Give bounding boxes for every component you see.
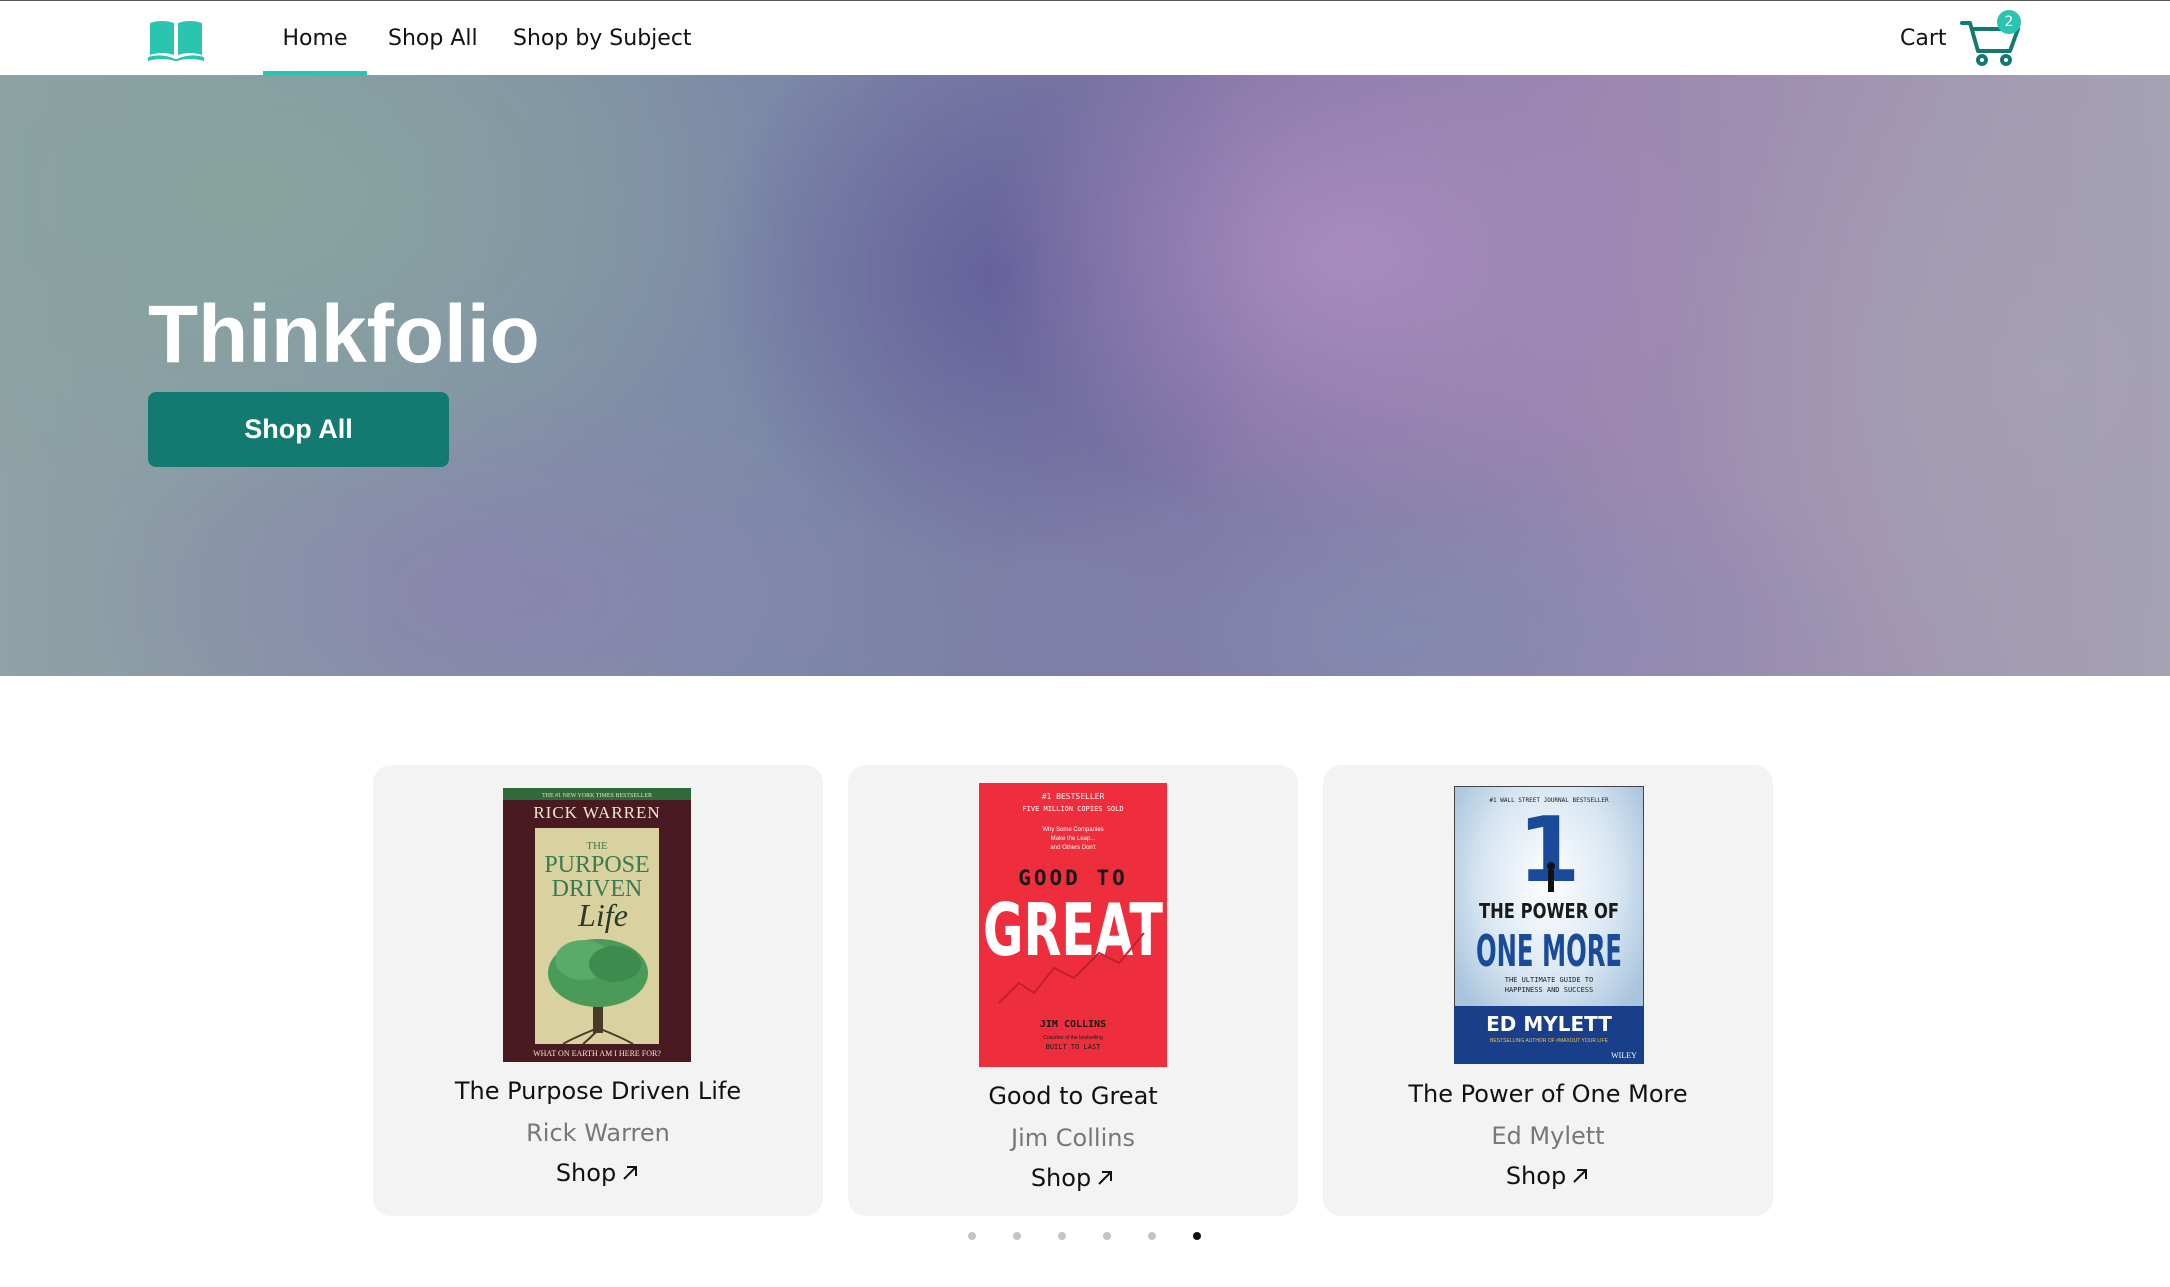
cover-credit-line2: BUILT TO LAST [1046, 1043, 1102, 1051]
arrow-up-right-icon [1573, 1169, 1588, 1183]
cover-title-line2: ONE MORE [1476, 926, 1622, 977]
nav-home-label: Home [282, 25, 348, 51]
book-title[interactable]: The Purpose Driven Life [373, 1077, 823, 1105]
cover-top-line1: #1 BESTSELLER [1042, 792, 1105, 801]
shop-link[interactable]: Shop [373, 1159, 823, 1187]
book-title[interactable]: Good to Great [848, 1082, 1298, 1110]
cover-tagline2: Make the Leap... [1051, 836, 1096, 842]
cover-top-line2: FIVE MILLION COPIES SOLD [1022, 805, 1123, 813]
book-card[interactable]: #1 WALL STREET JOURNAL BESTSELLER 1 THE … [1323, 765, 1773, 1216]
cover-title-line1: THE POWER OF [1479, 899, 1619, 923]
shop-link-label: Shop [1505, 1162, 1567, 1190]
carousel-dot[interactable] [968, 1232, 976, 1240]
carousel-pagination [0, 1232, 2170, 1246]
cover-subtitle2: HAPPINESS AND SUCCESS [1505, 986, 1594, 994]
arrow-up-right-icon [1098, 1171, 1113, 1185]
cover-bottom-line: WHAT ON EARTH AM I HERE FOR? [533, 1049, 661, 1058]
cover-author-line: ED MYLETT [1486, 1012, 1612, 1036]
open-book-icon[interactable] [148, 19, 204, 61]
nav-shop-by-subject-label: Shop by Subject [513, 25, 692, 51]
nav-home[interactable]: Home [263, 1, 367, 75]
book-card[interactable]: #1 BESTSELLER FIVE MILLION COPIES SOLD W… [848, 765, 1298, 1216]
carousel-dot[interactable] [1193, 1232, 1201, 1240]
nav-shop-all[interactable]: Shop All [388, 1, 478, 75]
shop-link[interactable]: Shop [1323, 1162, 1773, 1190]
cover-title-line1: PURPOSE [544, 852, 649, 878]
book-author: Jim Collins [1011, 1124, 1135, 1152]
cart-count-badge: 2 [1997, 10, 2021, 34]
cover-credit-line: BESTSELLING AUTHOR OF #MAXOUT YOUR LIFE [1490, 1038, 1609, 1044]
carousel-dot[interactable] [1148, 1232, 1156, 1240]
book-cover-power-of-one-more[interactable]: #1 WALL STREET JOURNAL BESTSELLER 1 THE … [1454, 786, 1644, 1064]
cover-author-line: JIM COLLINS [1040, 1019, 1106, 1030]
hero-title: Thinkfolio [148, 289, 540, 380]
book-author: Rick Warren [526, 1119, 670, 1147]
cover-author-line: RICK WARREN [533, 803, 660, 822]
book-cover-good-to-great[interactable]: #1 BESTSELLER FIVE MILLION COPIES SOLD W… [979, 783, 1167, 1067]
book-card[interactable]: THE #1 NEW YORK TIMES BESTSELLER RICK WA… [373, 765, 823, 1216]
cart-link[interactable]: Cart [1900, 1, 1947, 75]
book-title[interactable]: The Power of One More [1323, 1080, 1773, 1108]
shop-link-label: Shop [1030, 1164, 1092, 1192]
book-author: Ed Mylett [1491, 1122, 1605, 1150]
shop-link-label: Shop [555, 1159, 617, 1187]
navbar: Home Shop All Shop by Subject Cart 2 [0, 1, 2170, 75]
hero-shop-all-button[interactable]: Shop All [148, 392, 449, 467]
cover-subtitle1: THE ULTIMATE GUIDE TO [1505, 976, 1594, 984]
cover-title-line1: GOOD TO [1018, 866, 1128, 890]
cover-tagline3: and Others Don't [1050, 845, 1096, 851]
cover-top-line: THE #1 NEW YORK TIMES BESTSELLER [542, 793, 652, 799]
arrow-up-right-icon [623, 1166, 638, 1180]
nav-shop-by-subject[interactable]: Shop by Subject [513, 1, 692, 75]
carousel-dot[interactable] [1013, 1232, 1021, 1240]
book-cover-purpose-driven-life[interactable]: THE #1 NEW YORK TIMES BESTSELLER RICK WA… [503, 788, 691, 1062]
shop-link[interactable]: Shop [848, 1164, 1298, 1192]
cover-publisher: WILEY [1611, 1051, 1637, 1060]
nav-shop-all-label: Shop All [388, 25, 478, 51]
carousel-dot[interactable] [1058, 1232, 1066, 1240]
carousel-dot[interactable] [1103, 1232, 1111, 1240]
cover-credit-line1: Coauthor of the bestselling [1043, 1035, 1103, 1041]
cover-title-small: THE [586, 840, 608, 852]
cover-title-line3: Life [577, 897, 628, 933]
cover-title-line2: GREAT [983, 888, 1163, 972]
hero-banner: Thinkfolio Shop All [0, 75, 2170, 676]
cover-tagline1: Why Some Companies [1042, 827, 1103, 833]
cart-label: Cart [1900, 25, 1947, 51]
